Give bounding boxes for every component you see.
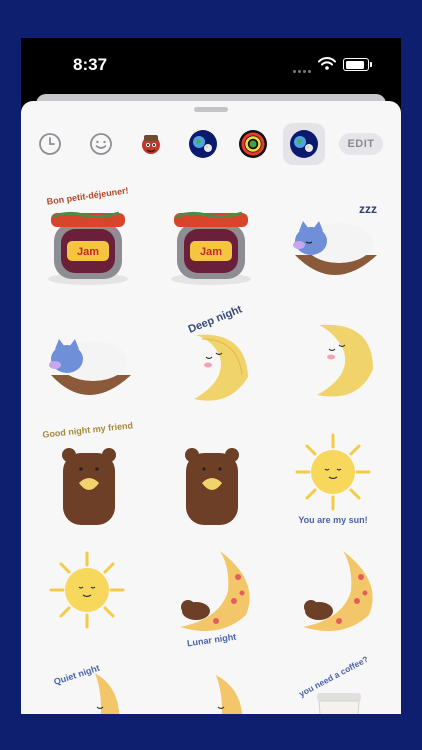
edit-button[interactable]: EDIT	[339, 133, 383, 155]
sticker-caption: Bon petit-déjeuner!	[46, 185, 129, 206]
sticker-tabbar: EDIT	[21, 121, 401, 167]
tab-recents[interactable]	[29, 123, 71, 165]
tab-emoji[interactable]	[80, 123, 122, 165]
status-bar: 8:37	[21, 38, 401, 94]
tab-pack-character[interactable]	[130, 123, 172, 165]
sticker-moon-caption[interactable]: Deep night	[150, 295, 272, 413]
sticker-sleeping-cat[interactable]	[27, 295, 149, 413]
sticker-moon[interactable]	[273, 295, 395, 413]
status-time: 8:37	[73, 55, 108, 74]
sticker-caption: You are my sun!	[298, 515, 367, 525]
sticker-sun-caption[interactable]: You are my sun!	[273, 413, 395, 531]
sheet-grabber[interactable]	[194, 107, 228, 112]
sticker-pack-rings-icon	[239, 130, 267, 158]
tab-pack-rings[interactable]	[232, 123, 274, 165]
sticker-moon-small[interactable]	[150, 649, 272, 714]
wifi-icon	[318, 57, 336, 75]
jar-label: Jam	[77, 246, 99, 258]
emoji-icon	[90, 133, 112, 155]
tab-pack-earth-moon-active[interactable]	[283, 123, 325, 165]
clock-icon	[39, 133, 61, 155]
sleep-text: zzz	[359, 202, 377, 216]
tab-pack-earth-moon[interactable]	[182, 123, 224, 165]
sticker-sleeping-cat-zzz[interactable]: zzz	[273, 177, 395, 295]
sticker-pack-earth-moon-icon	[290, 130, 318, 158]
sticker-sheet: EDIT Jam Bon petit-déjeuner! Jam zzz Dee…	[21, 101, 401, 714]
sticker-jam-jar[interactable]: Jam	[150, 177, 272, 295]
sticker-bear-caption[interactable]: Good night my friend	[27, 413, 149, 531]
sticker-pack-character-icon	[142, 135, 160, 154]
sticker-jam-jar-caption[interactable]: Jam Bon petit-déjeuner!	[27, 177, 149, 295]
sticker-moon-sleeper-caption[interactable]: Lunar night	[150, 531, 272, 649]
sticker-moon-sleeper[interactable]	[273, 531, 395, 649]
phone-screen: 8:37 EDIT Jam Bon petit-déjeuner! Jam zz…	[21, 38, 401, 714]
sticker-caption: you need a coffee?	[297, 654, 370, 699]
battery-icon	[343, 58, 372, 71]
jar-label: Jam	[200, 246, 222, 258]
sticker-pack-earth-moon-icon	[189, 130, 217, 158]
sticker-caption: Lunar night	[186, 632, 236, 649]
sticker-caption: Deep night	[187, 303, 245, 336]
sticker-sun[interactable]	[27, 531, 149, 649]
sticker-caption: Quiet night	[53, 663, 101, 687]
cellular-signal-icon	[293, 60, 313, 78]
sticker-coffee-cup-caption[interactable]: you need a coffee?	[273, 649, 395, 714]
sticker-moon-small-caption[interactable]: Quiet night	[27, 649, 149, 714]
sticker-bear[interactable]	[150, 413, 272, 531]
sticker-caption: Good night my friend	[42, 420, 134, 439]
